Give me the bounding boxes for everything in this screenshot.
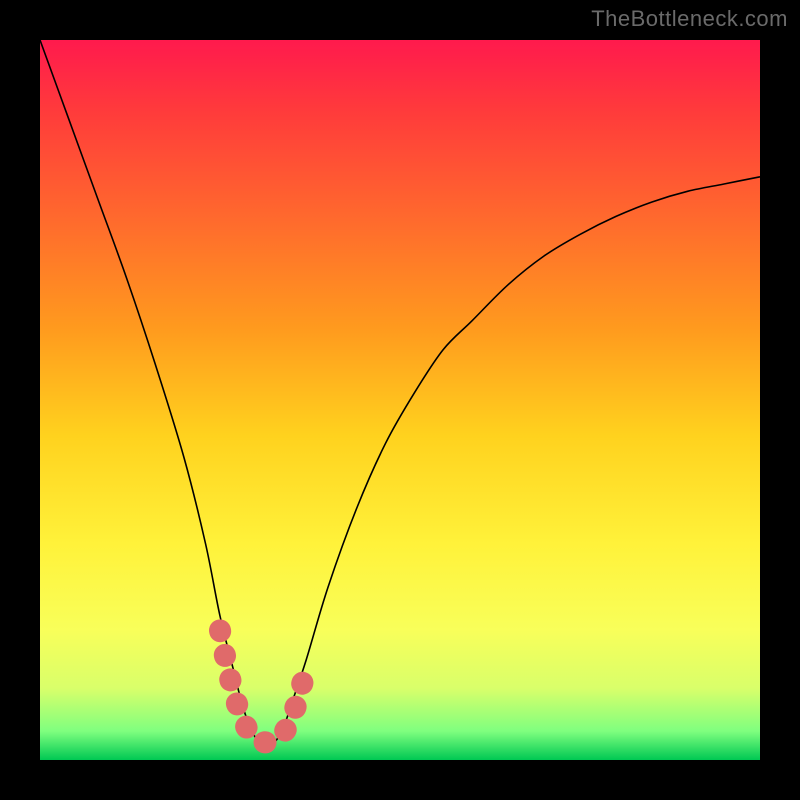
bottleneck-curve-highlight xyxy=(220,630,306,742)
watermark-text: TheBottleneck.com xyxy=(591,6,788,32)
chart-svg xyxy=(40,40,760,760)
chart-frame: TheBottleneck.com xyxy=(0,0,800,800)
bottleneck-curve xyxy=(40,40,760,747)
chart-plot-area xyxy=(40,40,760,760)
